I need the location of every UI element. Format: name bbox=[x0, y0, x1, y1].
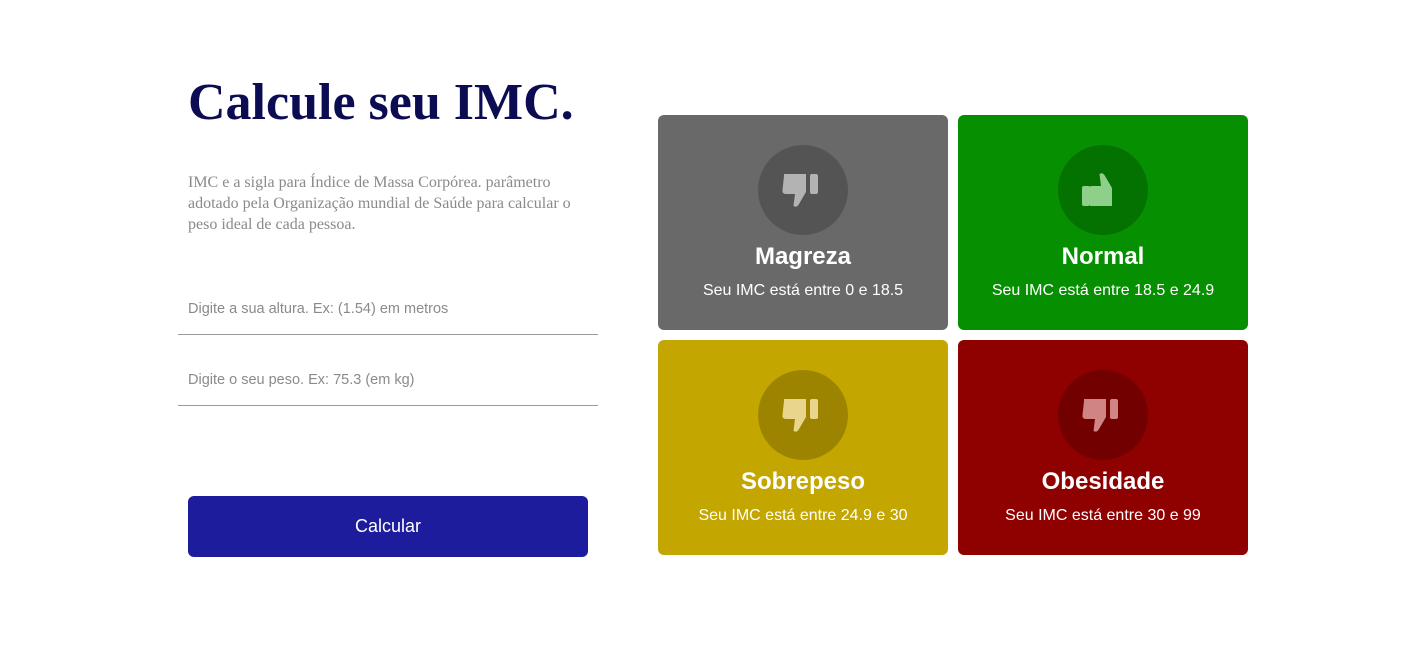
thumbs-down-icon bbox=[1058, 370, 1148, 460]
page-title: Calcule seu IMC. bbox=[188, 74, 574, 131]
level-card-normal: Normal Seu IMC está entre 18.5 e 24.9 bbox=[958, 115, 1248, 330]
level-range: Seu IMC está entre 24.9 e 30 bbox=[698, 507, 908, 524]
level-title: Normal bbox=[1061, 243, 1145, 270]
level-card-obesidade: Obesidade Seu IMC está entre 30 e 99 bbox=[958, 340, 1248, 555]
altura-input[interactable] bbox=[178, 283, 598, 335]
thumbs-down-icon bbox=[758, 145, 848, 235]
peso-input[interactable] bbox=[178, 354, 598, 406]
level-title: Sobrepeso bbox=[740, 468, 866, 495]
level-range: Seu IMC está entre 18.5 e 24.9 bbox=[991, 282, 1215, 299]
thumbs-up-icon bbox=[1058, 145, 1148, 235]
level-range: Seu IMC está entre 30 e 99 bbox=[1005, 507, 1201, 524]
calculator-panel: Calcule seu IMC. IMC e a sigla para Índi… bbox=[178, 0, 598, 647]
level-title: Obesidade bbox=[1041, 468, 1165, 495]
level-card-sobrepeso: Sobrepeso Seu IMC está entre 24.9 e 30 bbox=[658, 340, 948, 555]
level-title: Magreza bbox=[754, 243, 852, 270]
page-description: IMC e a sigla para Índice de Massa Corpó… bbox=[188, 174, 571, 233]
thumbs-down-icon bbox=[758, 370, 848, 460]
imc-levels-grid: Magreza Seu IMC está entre 0 e 18.5 Norm… bbox=[658, 115, 1248, 555]
imc-page: Calcule seu IMC. IMC e a sigla para Índi… bbox=[0, 0, 1405, 647]
level-range: Seu IMC está entre 0 e 18.5 bbox=[702, 282, 904, 299]
calcular-button[interactable]: Calcular bbox=[188, 496, 588, 557]
level-card-magreza: Magreza Seu IMC está entre 0 e 18.5 bbox=[658, 115, 948, 330]
